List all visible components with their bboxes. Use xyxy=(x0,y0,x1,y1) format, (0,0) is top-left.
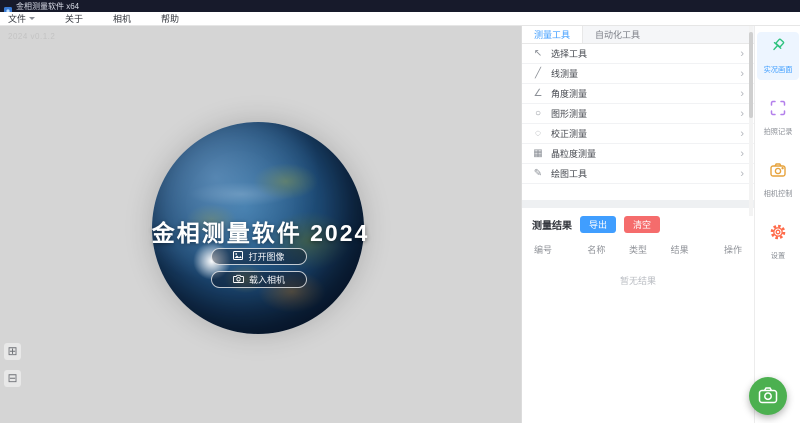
capture-photo-fab[interactable] xyxy=(749,377,787,415)
column-actions: 操作 xyxy=(700,243,742,256)
angle-icon: ∠ xyxy=(532,88,544,99)
hero-title: 金相测量软件 2024 xyxy=(0,214,521,248)
panel-tabs: 测量工具 自动化工具 xyxy=(522,26,754,44)
rail-item-live-view[interactable]: 实况画面 xyxy=(757,32,799,80)
results-title: 测量结果 xyxy=(532,217,572,232)
mode-rail: 实况画面 拍照记录 相机控制 设置 xyxy=(754,26,800,423)
tool-group-grain-size[interactable]: ▦ 晶粒度测量 › xyxy=(522,144,754,164)
rail-item-label: 拍照记录 xyxy=(763,127,792,137)
tool-group-angle-measure[interactable]: ∠ 角度测量 › xyxy=(522,84,754,104)
chevron-right-icon: › xyxy=(740,48,744,60)
tool-group-label: 图形测量 xyxy=(551,107,733,120)
export-results-button[interactable]: 导出 xyxy=(580,216,616,233)
chevron-right-icon: › xyxy=(740,68,744,80)
titlebar: 金相测量软件 x64 xyxy=(0,0,800,12)
menu-item-file[interactable]: 文件 xyxy=(8,12,49,25)
rail-item-label: 相机控制 xyxy=(763,189,792,199)
tool-panel: 测量工具 自动化工具 ↖ 选择工具 › ╱ 线测量 › ∠ 角度测量 › ○ 图… xyxy=(521,26,754,423)
rail-item-camera-control[interactable]: 相机控制 xyxy=(757,156,799,204)
tool-group-label: 选择工具 xyxy=(551,47,733,60)
column-result: 结果 xyxy=(659,243,701,256)
results-table-header: 编号 名称 类型 结果 操作 xyxy=(522,239,754,260)
tool-group-label: 绘图工具 xyxy=(551,167,733,180)
pin-icon xyxy=(769,37,787,60)
pen-icon: ✎ xyxy=(532,168,544,179)
clear-results-button[interactable]: 清空 xyxy=(624,216,660,233)
menu-item-label: 相机 xyxy=(113,12,131,25)
circle-icon: ○ xyxy=(532,108,544,119)
tab-measure-tools[interactable]: 测量工具 xyxy=(522,26,583,43)
chevron-right-icon: › xyxy=(740,128,744,140)
chevron-down-icon xyxy=(29,17,35,20)
chevron-right-icon: › xyxy=(740,168,744,180)
menu-item-about[interactable]: 关于 xyxy=(65,12,97,25)
rail-item-settings[interactable]: 设置 xyxy=(757,218,799,266)
app-logo-icon xyxy=(4,2,12,10)
capture-frame-icon xyxy=(769,99,787,122)
tab-automation-tools[interactable]: 自动化工具 xyxy=(583,26,652,43)
zoom-out-button[interactable]: ⊟ xyxy=(4,370,21,387)
menu-item-label: 关于 xyxy=(65,12,83,25)
tool-group-label: 线测量 xyxy=(551,67,733,80)
image-canvas[interactable]: 2024 v0.1.2 金相测量软件 2024 打开图像 载入相机 ⊞ ⊟ xyxy=(0,26,521,423)
image-icon xyxy=(233,251,243,262)
app-window: 金相测量软件 x64 文件 关于 相机 帮助 2024 v0.1.2 金相测量软… xyxy=(0,0,800,423)
rail-item-snapshot-records[interactable]: 拍照记录 xyxy=(757,94,799,142)
tool-group-select[interactable]: ↖ 选择工具 › xyxy=(522,44,754,64)
tool-group-calibration[interactable]: ◌ 校正测量 › xyxy=(522,124,754,144)
open-image-button[interactable]: 打开图像 xyxy=(211,248,307,265)
zoom-in-button[interactable]: ⊞ xyxy=(4,343,21,360)
column-type: 类型 xyxy=(617,243,659,256)
chevron-right-icon: › xyxy=(740,108,744,120)
canvas-status-text: 2024 v0.1.2 xyxy=(8,32,55,41)
line-icon: ╱ xyxy=(532,68,544,79)
tool-group-drawing[interactable]: ✎ 绘图工具 › xyxy=(522,164,754,184)
tool-group-shape-measure[interactable]: ○ 图形测量 › xyxy=(522,104,754,124)
results-empty-state: 暂无结果 xyxy=(522,274,754,287)
tool-group-label: 晶粒度测量 xyxy=(551,147,733,160)
load-camera-button[interactable]: 载入相机 xyxy=(211,271,307,288)
tool-group-label: 角度测量 xyxy=(551,87,733,100)
chevron-right-icon: › xyxy=(740,88,744,100)
column-name: 名称 xyxy=(576,243,618,256)
chevron-right-icon: › xyxy=(740,148,744,160)
results-header: 测量结果 导出 清空 xyxy=(522,208,754,239)
canvas-toolbar: ⊞ ⊟ xyxy=(4,343,21,387)
section-divider xyxy=(522,200,754,208)
grid-icon: ▦ xyxy=(532,148,544,159)
menu-item-help[interactable]: 帮助 xyxy=(161,12,193,25)
camera-icon xyxy=(233,274,244,285)
scrollbar-thumb[interactable] xyxy=(749,32,753,118)
tool-group-label: 校正测量 xyxy=(551,127,733,140)
load-camera-label: 载入相机 xyxy=(249,273,285,286)
cursor-icon: ↖ xyxy=(532,48,544,59)
window-title: 金相测量软件 x64 xyxy=(16,1,79,12)
menu-item-label: 文件 xyxy=(8,12,26,25)
camera-icon xyxy=(758,386,778,407)
dashed-circle-icon: ◌ xyxy=(532,128,544,139)
gear-icon xyxy=(769,223,787,246)
open-image-label: 打开图像 xyxy=(248,250,284,263)
tool-group-line-measure[interactable]: ╱ 线测量 › xyxy=(522,64,754,84)
rail-item-label: 设置 xyxy=(770,251,784,261)
menu-item-label: 帮助 xyxy=(161,12,179,25)
camera-icon xyxy=(769,161,787,184)
column-id: 编号 xyxy=(534,243,576,256)
menu-item-camera[interactable]: 相机 xyxy=(113,12,145,25)
rail-item-label: 实况画面 xyxy=(763,65,792,75)
panel-scrollbar[interactable] xyxy=(749,26,753,216)
menubar: 文件 关于 相机 帮助 xyxy=(0,12,800,26)
